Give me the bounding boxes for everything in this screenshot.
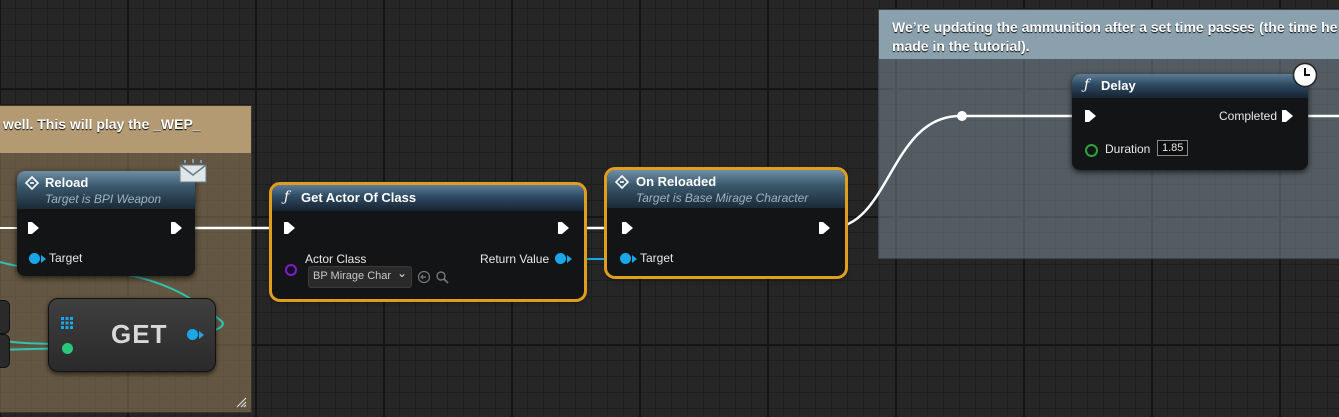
on-reloaded-target-pin[interactable] [620, 253, 631, 264]
event-diamond-icon [25, 176, 39, 190]
get-actor-exec-in-pin[interactable] [284, 222, 295, 234]
clock-icon [1292, 62, 1318, 88]
actor-class-label: Actor Class [305, 252, 367, 266]
reload-exec-out-pin[interactable] [171, 222, 182, 234]
return-value-pin[interactable] [555, 253, 566, 264]
delay-completed-pin[interactable] [1282, 110, 1293, 122]
array-grid-icon [61, 317, 73, 329]
duration-input[interactable]: 1.85 [1157, 140, 1189, 156]
delay-completed-label: Completed [1219, 109, 1278, 123]
actor-class-pin[interactable] [285, 264, 297, 276]
partial-node-2[interactable] [0, 334, 10, 368]
on-reloaded-target-label: Target [640, 251, 674, 265]
get-node-label: GET [111, 319, 168, 349]
reload-target-pin-arrow [41, 255, 46, 263]
delay-node-title: Delay [1101, 78, 1136, 93]
on-reloaded-node[interactable]: On Reloaded Target is Base Mirage Charac… [604, 167, 848, 279]
get-output-pin[interactable] [187, 329, 198, 340]
get-actor-of-class-node[interactable]: ƒ Get Actor Of Class Actor Class BP Mira… [269, 182, 587, 302]
get-index-pin[interactable] [62, 343, 73, 354]
partial-node-1[interactable] [0, 300, 10, 334]
reload-target-label: Target [49, 251, 83, 265]
reload-node-subtitle: Target is BPI Weapon [45, 192, 162, 206]
on-reloaded-exec-out-pin[interactable] [819, 222, 830, 234]
chevron-down-icon: ⌄ [396, 266, 407, 280]
reroute-knot [957, 111, 967, 121]
event-diamond-icon [615, 175, 629, 189]
delay-exec-in-pin[interactable] [1085, 110, 1096, 122]
reload-node-title: Reload [45, 175, 89, 190]
get-array-node[interactable]: GET [48, 298, 216, 372]
return-value-label: Return Value [480, 252, 550, 266]
reload-target-pin[interactable] [29, 253, 40, 264]
function-icon: ƒ [1084, 77, 1090, 93]
reload-exec-in-pin[interactable] [28, 222, 39, 234]
return-value-pin-arrow [567, 255, 572, 263]
on-reloaded-node-title: On Reloaded [636, 174, 717, 189]
message-envelope-icon [179, 159, 207, 183]
function-icon: ƒ [284, 189, 290, 205]
actor-class-dropdown[interactable]: BP Mirage Char ⌄ [308, 266, 412, 288]
browse-asset-search-icon[interactable] [435, 270, 449, 284]
duration-label: Duration [1105, 142, 1151, 156]
duration-pin[interactable] [1085, 144, 1098, 157]
delay-node[interactable]: ƒ Delay Completed Duration 1.85 [1072, 62, 1318, 170]
use-selected-asset-icon[interactable] [417, 270, 431, 284]
reload-node[interactable]: Reload Target is BPI Weapon Target [17, 159, 207, 276]
on-reloaded-exec-in-pin[interactable] [622, 222, 633, 234]
on-reloaded-target-pin-arrow [632, 255, 637, 263]
exec-wire-onreloaded-delay [829, 114, 1090, 230]
get-actor-node-title: Get Actor Of Class [301, 190, 417, 205]
actor-class-value: BP Mirage Char [313, 270, 392, 282]
get-output-pin-arrow [199, 331, 204, 339]
on-reloaded-node-subtitle: Target is Base Mirage Character [636, 191, 809, 205]
get-actor-exec-out-pin[interactable] [558, 222, 569, 234]
